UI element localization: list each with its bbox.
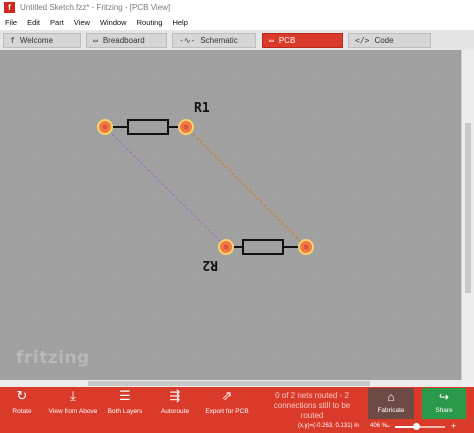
fabricate-label: Fabricate	[377, 407, 405, 414]
menu-routing[interactable]: Routing	[132, 15, 168, 30]
fritzing-app-icon: f	[4, 2, 15, 13]
r1-pad-2-hole	[183, 124, 189, 130]
fabricate-button[interactable]: ⌂ Fabricate	[368, 388, 414, 419]
status-bar: (x,y)=(-0.263, 0.131) in 406 % − +	[0, 421, 474, 433]
r2-label: R2	[202, 257, 218, 272]
factory-icon: ⌂	[387, 390, 395, 404]
pcb-canvas[interactable]: R1 R2 fritzing	[0, 50, 461, 380]
layers-icon: ☰	[119, 389, 131, 404]
tab-schematic-label: Schematic	[200, 36, 238, 45]
schematic-icon: -∿-	[179, 36, 196, 45]
horizontal-scrollbar[interactable]	[0, 380, 461, 387]
routing-status[interactable]: 0 of 2 nets routed - 2 connections still…	[262, 391, 362, 421]
share-label: Share	[435, 407, 453, 414]
r1-pad-1-hole	[102, 124, 108, 130]
tab-pcb[interactable]: ▭ PCB	[262, 33, 343, 48]
export-for-pcb-label: Export for PCB	[205, 408, 249, 415]
tab-pcb-label: PCB	[278, 36, 296, 45]
tab-welcome[interactable]: f Welcome	[3, 33, 81, 48]
tab-breadboard[interactable]: ▭ Breadboard	[86, 33, 167, 48]
both-layers-button[interactable]: ☰ Both Layers	[106, 389, 144, 419]
welcome-icon: f	[10, 36, 15, 45]
fritzing-watermark: fritzing	[16, 348, 90, 368]
share-icon: ↪	[438, 390, 450, 404]
autoroute-label: Autoroute	[160, 408, 190, 415]
view-from-above-label: View from Above	[48, 408, 98, 415]
tab-code-label: Code	[374, 36, 394, 45]
title-bar: f Untitled Sketch.fzz* - Fritzing - [PCB…	[0, 0, 474, 15]
rotate-button[interactable]: ↻ Rotate	[8, 389, 36, 419]
menu-edit[interactable]: Edit	[22, 15, 45, 30]
vertical-scrollbar[interactable]	[461, 50, 474, 380]
rotate-icon: ↻	[16, 389, 28, 404]
zoom-slider[interactable]	[395, 423, 445, 430]
autoroute-icon: ⇶	[169, 389, 181, 404]
view-from-above-icon: ⤓	[70, 389, 76, 404]
both-layers-label: Both Layers	[107, 408, 143, 415]
horizontal-scrollbar-thumb[interactable]	[88, 381, 370, 386]
tab-code[interactable]: </> Code	[348, 33, 431, 48]
window-title: Untitled Sketch.fzz* - Fritzing - [PCB V…	[20, 3, 171, 12]
menu-window[interactable]: Window	[95, 15, 132, 30]
zoom-slider-handle[interactable]	[412, 423, 420, 430]
r2-pad-2-hole	[303, 244, 309, 250]
code-icon: </>	[355, 36, 370, 45]
r2-pad-1-hole	[223, 244, 229, 250]
menu-file[interactable]: File	[0, 15, 22, 30]
breadboard-icon: ▭	[93, 36, 98, 45]
view-tab-bar: f Welcome ▭ Breadboard -∿- Schematic ▭ P…	[0, 30, 474, 50]
tab-breadboard-label: Breadboard	[102, 36, 145, 45]
menu-view[interactable]: View	[69, 15, 95, 30]
export-for-pcb-button[interactable]: ⇗ Export for PCB	[204, 389, 250, 419]
r1-label: R1	[194, 101, 210, 116]
pcb-icon: ▭	[269, 36, 274, 45]
menu-part[interactable]: Part	[45, 15, 69, 30]
zoom-in-icon[interactable]: +	[451, 421, 456, 432]
export-icon: ⇗	[221, 389, 233, 404]
view-from-above-button[interactable]: ⤓ View from Above	[48, 389, 98, 419]
tab-schematic[interactable]: -∿- Schematic	[172, 33, 256, 48]
share-button[interactable]: ↪ Share	[422, 388, 466, 419]
pcb-grid	[0, 50, 461, 380]
bottom-toolbar: ↻ Rotate ⤓ View from Above ☰ Both Layers…	[0, 387, 474, 421]
cursor-coordinates: (x,y)=(-0.263, 0.131) in	[298, 423, 359, 429]
pcb-drawing: R1 R2	[0, 50, 461, 380]
rotate-label: Rotate	[12, 408, 32, 415]
zoom-out-icon[interactable]: −	[385, 421, 390, 432]
menu-bar: File Edit Part View Window Routing Help	[0, 15, 474, 30]
tab-welcome-label: Welcome	[19, 36, 54, 45]
menu-help[interactable]: Help	[167, 15, 192, 30]
vertical-scrollbar-thumb[interactable]	[465, 123, 471, 293]
autoroute-button[interactable]: ⇶ Autoroute	[158, 389, 192, 419]
